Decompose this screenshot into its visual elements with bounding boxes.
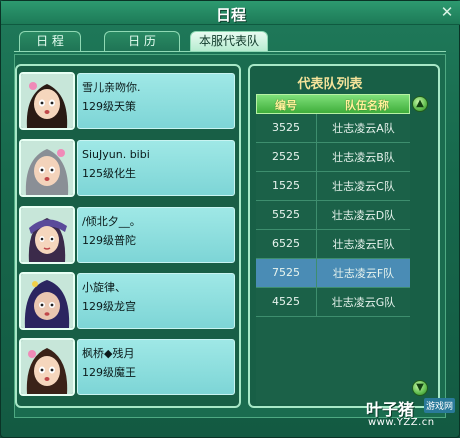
tab-divider (14, 51, 446, 52)
member-card[interactable]: 小旋律、 129级龙宫 (19, 272, 235, 330)
team-id: 4525 (272, 295, 300, 308)
member-card[interactable]: 雪儿亲吻你. 129级天策 (19, 72, 235, 130)
team-name: 壮志凌云B队 (316, 143, 410, 172)
team-name: 壮志凌云F队 (316, 259, 410, 288)
table-header: 编号 队伍名称 (256, 94, 410, 114)
member-info: 雪儿亲吻你. 129级天策 (77, 73, 235, 129)
avatar (19, 139, 75, 197)
member-level: 129级天策 (82, 100, 136, 113)
team-list-title: 代表队列表 (297, 77, 363, 92)
member-level: 129级魔王 (82, 366, 136, 379)
team-table: 3525 壮志凌云A队 2525 壮志凌云B队 1525 壮志凌云C队 5525… (256, 114, 410, 404)
member-name: /倾北夕__。 (82, 215, 141, 228)
scrollbar[interactable] (411, 96, 429, 396)
watermark: 叶子猪 游戏网 www.YZZ.cn (366, 394, 458, 434)
member-info: /倾北夕__。 129级普陀 (77, 207, 235, 263)
team-name: 壮志凌云A队 (316, 114, 410, 143)
team-name: 壮志凌云C队 (316, 172, 410, 201)
team-id: 7525 (272, 266, 300, 279)
team-name: 壮志凌云E队 (316, 230, 410, 259)
member-level: 129级龙宫 (82, 300, 136, 313)
team-id: 6525 (272, 237, 300, 250)
member-level: 125级化生 (82, 167, 136, 180)
table-row[interactable]: 1525 壮志凌云C队 (256, 172, 410, 201)
team-id: 2525 (272, 150, 300, 163)
team-id: 3525 (272, 121, 300, 134)
column-header-id: 编号 (275, 99, 297, 112)
window-title: 日程 (215, 6, 246, 24)
team-name: 壮志凌云D队 (316, 201, 410, 230)
avatar (19, 72, 75, 130)
team-name: 壮志凌云G队 (316, 288, 410, 317)
member-name: 雪儿亲吻你. (82, 81, 141, 94)
table-row[interactable]: 4525 壮志凌云G队 (256, 288, 410, 317)
table-row[interactable]: 3525 壮志凌云A队 (256, 114, 410, 143)
table-row-selected[interactable]: 7525 壮志凌云F队 (256, 259, 410, 288)
column-header-name: 队伍名称 (345, 99, 389, 112)
tab-calendar[interactable]: 日 历 (104, 31, 180, 51)
tab-server-team[interactable]: 本服代表队 (190, 31, 268, 51)
member-card[interactable]: /倾北夕__。 129级普陀 (19, 206, 235, 264)
member-card[interactable]: 枫桥◆残月 129级魔王 (19, 338, 235, 396)
team-id: 5525 (272, 208, 300, 221)
tab-schedule[interactable]: 日 程 (19, 31, 81, 51)
member-name: 小旋律、 (82, 281, 126, 294)
close-icon[interactable]: ✕ (439, 4, 455, 20)
member-name: SiuJyun. bibi (82, 148, 150, 161)
member-info: 小旋律、 129级龙宫 (77, 273, 235, 329)
member-name: 枫桥◆残月 (82, 347, 135, 360)
table-row[interactable]: 2525 壮志凌云B队 (256, 143, 410, 172)
avatar (19, 206, 75, 264)
watermark-badge: 游戏网 (424, 398, 456, 413)
avatar (19, 338, 75, 396)
avatar (19, 272, 75, 330)
member-card[interactable]: SiuJyun. bibi 125级化生 (19, 139, 235, 197)
scroll-up-icon[interactable]: ▲ (412, 96, 428, 112)
table-row[interactable]: 5525 壮志凌云D队 (256, 201, 410, 230)
watermark-url: www.YZZ.cn (368, 417, 435, 428)
team-id: 1525 (272, 179, 300, 192)
member-info: 枫桥◆残月 129级魔王 (77, 339, 235, 395)
member-level: 129级普陀 (82, 234, 136, 247)
member-info: SiuJyun. bibi 125级化生 (77, 140, 235, 196)
title-bar: 日程 ✕ (1, 1, 460, 25)
table-row[interactable]: 6525 壮志凌云E队 (256, 230, 410, 259)
